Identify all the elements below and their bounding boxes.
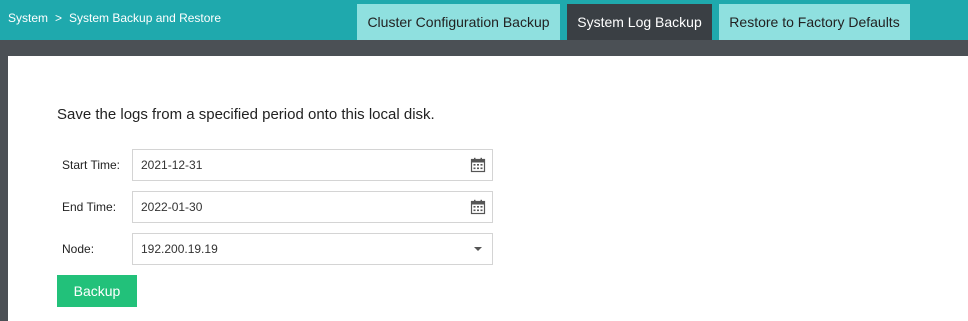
end-time-value: 2022-01-30 xyxy=(141,200,203,214)
end-time-label: End Time: xyxy=(62,200,117,214)
tab-restore-factory-defaults[interactable]: Restore to Factory Defaults xyxy=(719,4,910,40)
breadcrumb-current: System Backup and Restore xyxy=(69,11,222,25)
node-select[interactable]: 192.200.19.19 xyxy=(132,233,493,265)
chevron-down-icon[interactable] xyxy=(474,247,482,251)
start-time-field[interactable]: 2021-12-31 xyxy=(132,149,493,181)
top-bar: System > System Backup and Restore Cluster… xyxy=(0,0,968,40)
end-time-field[interactable]: 2022-01-30 xyxy=(132,191,493,223)
node-label: Node: xyxy=(62,242,95,256)
calendar-icon[interactable] xyxy=(470,157,486,173)
start-time-value: 2021-12-31 xyxy=(141,158,203,172)
page-description: Save the logs from a specified period on… xyxy=(57,106,435,123)
calendar-icon[interactable] xyxy=(470,199,486,215)
backup-button[interactable]: Backup xyxy=(57,275,137,307)
breadcrumb-separator: > xyxy=(55,11,63,25)
start-time-label: Start Time: xyxy=(62,158,121,172)
breadcrumb: System > System Backup and Restore xyxy=(8,11,221,25)
node-select-value: 192.200.19.19 xyxy=(141,242,218,256)
tab-system-log-backup[interactable]: System Log Backup xyxy=(567,4,712,40)
tab-cluster-configuration-backup[interactable]: Cluster Configuration Backup xyxy=(357,4,560,40)
content-panel: Save the logs from a specified period on… xyxy=(8,56,968,321)
breadcrumb-root[interactable]: System xyxy=(8,11,48,25)
